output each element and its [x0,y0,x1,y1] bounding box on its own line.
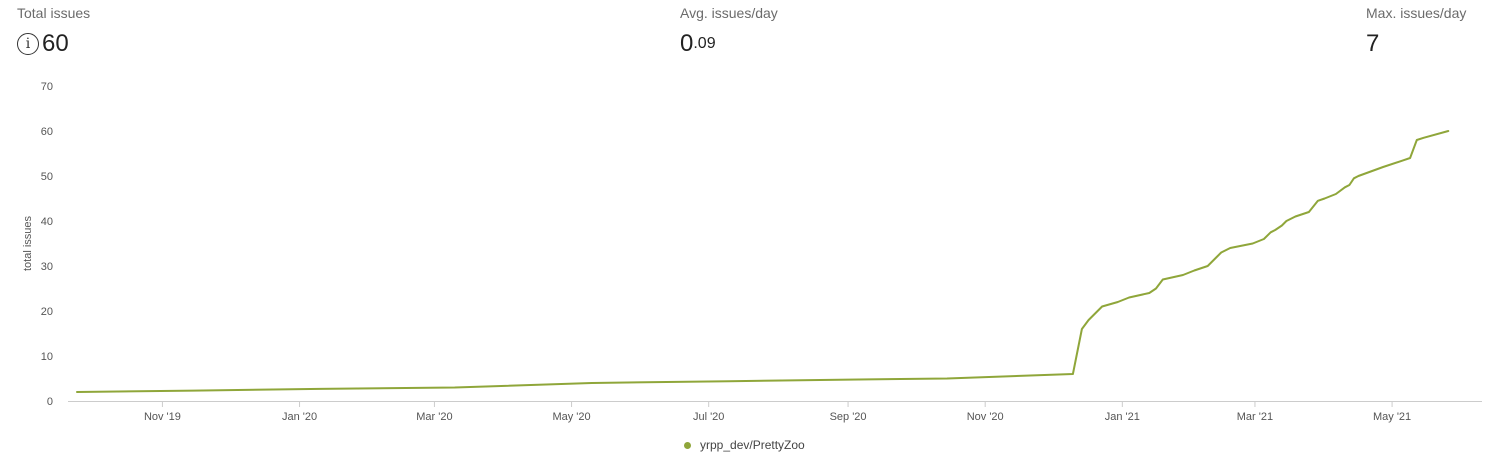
x-tick-label: Mar '20 [416,411,452,423]
chart-legend[interactable]: yrpp_dev/PrettyZoo [684,438,805,452]
x-axis: Nov '19 Jan '20 Mar '20 May '20 Jul '20 Sep '… [68,401,1482,423]
x-tick-label: Mar '21 [1237,411,1273,423]
y-tick-label: 40 [41,216,53,228]
issues-line-chart: 0 10 20 30 40 50 60 70 Nov '19 Jan '20 Mar '20 May… [22,81,1482,423]
series-line[interactable] [76,130,1450,393]
x-tick-label: Jan '20 [282,411,317,423]
x-tick-label: Jul '20 [693,411,724,423]
legend-series-name: yrpp_dev/PrettyZoo [700,438,805,452]
series-layer [76,130,1450,393]
x-tick-label: May '21 [1373,411,1411,423]
y-tick-label: 30 [41,261,53,273]
y-axis: 0 10 20 30 40 50 60 70 [41,81,53,408]
y-axis-title: total issues [22,215,34,271]
x-tick-label: Nov '19 [144,411,181,423]
y-tick-label: 20 [41,306,53,318]
x-tick-label: Jan '21 [1105,411,1140,423]
y-tick-label: 0 [47,396,53,408]
x-tick-label: May '20 [552,411,590,423]
y-tick-label: 50 [41,171,53,183]
y-tick-label: 10 [41,351,53,363]
x-tick-label: Nov '20 [967,411,1004,423]
legend-dot-icon [684,441,691,449]
x-tick-label: Sep '20 [830,411,867,423]
y-tick-label: 70 [41,81,53,93]
y-tick-label: 60 [41,126,53,138]
